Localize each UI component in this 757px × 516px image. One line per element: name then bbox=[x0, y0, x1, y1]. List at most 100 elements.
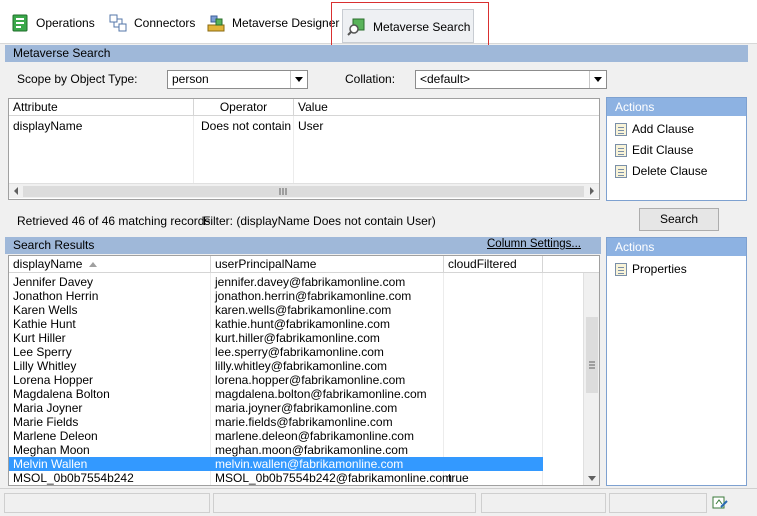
cell-displayname: MSOL_0b0b7554b242 bbox=[13, 471, 134, 485]
column-header-attribute[interactable]: Attribute bbox=[9, 99, 194, 116]
clause-actions-panel: Actions Add Clause Edit Clause Delete Cl… bbox=[606, 97, 747, 201]
status-cell bbox=[609, 493, 707, 513]
cell-upn: lorena.hopper@fabrikamonline.com bbox=[215, 373, 406, 387]
cell-displayname: Kurt Hiller bbox=[13, 331, 66, 345]
table-row[interactable]: Jonathon Herrin jonathon.herrin@fabrikamo… bbox=[9, 289, 583, 303]
connectors-button[interactable]: Connectors bbox=[108, 10, 195, 36]
column-header-displayname-label: displayName bbox=[13, 257, 83, 271]
table-row[interactable]: Meghan Moon meghan.moon@fabrikamonline.co… bbox=[9, 443, 583, 457]
operations-button[interactable]: Operations bbox=[10, 10, 95, 36]
toolbar: Operations Connectors Metaverse Designer… bbox=[0, 0, 757, 54]
edit-clause-label: Edit Clause bbox=[632, 143, 694, 157]
sort-ascending-icon bbox=[89, 262, 97, 267]
connectors-label: Connectors bbox=[134, 16, 196, 30]
add-clause-label: Add Clause bbox=[632, 122, 695, 136]
cell-upn: maria.joyner@fabrikamonline.com bbox=[215, 401, 398, 415]
add-clause-icon bbox=[615, 122, 627, 136]
clause-grid: Attribute Operator Value displayName Doe… bbox=[8, 98, 600, 200]
cell-upn: karen.wells@fabrikamonline.com bbox=[215, 303, 392, 317]
cell-upn: meghan.moon@fabrikamonline.com bbox=[215, 443, 408, 457]
cell-displayname: Lee Sperry bbox=[13, 345, 72, 359]
column-settings-link[interactable]: Column Settings... bbox=[487, 238, 581, 250]
chevron-down-icon[interactable] bbox=[589, 71, 606, 88]
cell-upn: marlene.deleon@fabrikamonline.com bbox=[215, 429, 414, 443]
clause-operator: Does not contain bbox=[201, 119, 292, 133]
search-button[interactable]: Search bbox=[639, 208, 719, 231]
search-panel-title: Metaverse Search bbox=[5, 45, 748, 62]
properties-label: Properties bbox=[632, 262, 687, 276]
edit-clause-action[interactable]: Edit Clause bbox=[615, 143, 693, 157]
cell-displayname: Karen Wells bbox=[13, 303, 78, 317]
status-cell bbox=[4, 493, 210, 513]
table-row[interactable]: Jennifer Davey jennifer.davey@fabrikamonl… bbox=[9, 275, 583, 289]
properties-action[interactable]: Properties bbox=[615, 262, 687, 276]
results-actions-title: Actions bbox=[607, 238, 746, 256]
cell-displayname: Marlene Deleon bbox=[13, 429, 98, 443]
cell-displayname: Lorena Hopper bbox=[13, 373, 94, 387]
column-header-cloudfiltered[interactable]: cloudFiltered bbox=[444, 256, 543, 273]
add-clause-action[interactable]: Add Clause bbox=[615, 122, 694, 136]
cell-displayname: Marie Fields bbox=[13, 415, 79, 429]
results-title-text: Search Results bbox=[13, 238, 95, 252]
clause-actions-title: Actions bbox=[607, 98, 746, 116]
collation-dropdown[interactable]: <default> bbox=[415, 70, 607, 89]
column-header-operator[interactable]: Operator bbox=[194, 99, 294, 116]
cell-upn: lee.sperry@fabrikamonline.com bbox=[215, 345, 384, 359]
cell-upn: kathie.hunt@fabrikamonline.com bbox=[215, 317, 390, 331]
collation-value: <default> bbox=[420, 72, 471, 86]
column-header-upn[interactable]: userPrincipalName bbox=[211, 256, 444, 273]
metaverse-designer-button[interactable]: Metaverse Designer bbox=[206, 10, 339, 36]
operations-icon bbox=[10, 13, 30, 33]
clause-attribute: displayName bbox=[13, 119, 83, 133]
filter-text: Filter: (displayName Does not contain Us… bbox=[203, 214, 436, 228]
cell-upn: melvin.wallen@fabrikamonline.com bbox=[215, 457, 404, 471]
table-row[interactable]: Kurt Hiller kurt.hiller@fabrikamonline.co… bbox=[9, 331, 583, 345]
clause-value: User bbox=[298, 119, 324, 133]
table-row[interactable]: MSOL_0b0b7554b242 MSOL_0b0b7554b242@fabri… bbox=[9, 471, 583, 485]
cell-displayname: Jennifer Davey bbox=[13, 275, 94, 289]
table-row[interactable]: Kathie Hunt kathie.hunt@fabrikamonline.co… bbox=[9, 317, 583, 331]
delete-clause-label: Delete Clause bbox=[632, 164, 708, 178]
table-row[interactable]: Magdalena Bolton magdalena.bolton@fabrika… bbox=[9, 387, 583, 401]
table-row[interactable]: Melvin Wallen melvin.wallen@fabrikamonlin… bbox=[9, 457, 543, 471]
cell-cloudfiltered: true bbox=[448, 471, 469, 485]
vertical-scrollbar[interactable] bbox=[583, 273, 599, 485]
cell-upn: kurt.hiller@fabrikamonline.com bbox=[215, 331, 380, 345]
cell-upn: lilly.whitley@fabrikamonline.com bbox=[215, 359, 388, 373]
collation-label: Collation: bbox=[345, 72, 396, 86]
horizontal-scrollbar[interactable] bbox=[9, 183, 599, 198]
cell-displayname: Kathie Hunt bbox=[13, 317, 76, 331]
column-header-displayname[interactable]: displayName bbox=[9, 256, 211, 273]
results-grid-header: displayName userPrincipalName cloudFilte… bbox=[9, 256, 599, 273]
table-row[interactable]: Marie Fields marie.fields@fabrikamonline.… bbox=[9, 415, 583, 429]
cell-displayname: Lilly Whitley bbox=[13, 359, 77, 373]
table-row[interactable]: Lorena Hopper lorena.hopper@fabrikamonlin… bbox=[9, 373, 583, 387]
cell-upn: MSOL_0b0b7554b242@fabrikamonline.com bbox=[215, 471, 452, 485]
cell-displayname: Jonathon Herrin bbox=[13, 289, 99, 303]
status-cell bbox=[213, 493, 476, 513]
table-row[interactable]: Lee Sperry lee.sperry@fabrikamonline.com bbox=[9, 345, 583, 359]
operations-label: Operations bbox=[36, 16, 95, 30]
table-row[interactable]: Lilly Whitley lilly.whitley@fabrikamonlin… bbox=[9, 359, 583, 373]
scope-value: person bbox=[172, 72, 209, 86]
table-row[interactable]: Karen Wells karen.wells@fabrikamonline.co… bbox=[9, 303, 583, 317]
column-header-value[interactable]: Value bbox=[294, 99, 599, 116]
status-icon bbox=[712, 495, 730, 514]
delete-clause-action[interactable]: Delete Clause bbox=[615, 164, 707, 178]
connectors-icon bbox=[108, 13, 128, 33]
status-bar bbox=[0, 488, 757, 516]
cell-upn: marie.fields@fabrikamonline.com bbox=[215, 415, 393, 429]
metaverse-designer-label: Metaverse Designer bbox=[232, 16, 340, 30]
chevron-down-icon[interactable] bbox=[290, 71, 307, 88]
table-row[interactable]: Marlene Deleon marlene.deleon@fabrikamonl… bbox=[9, 429, 583, 443]
results-grid: displayName userPrincipalName cloudFilte… bbox=[8, 255, 600, 486]
cell-displayname: Magdalena Bolton bbox=[13, 387, 110, 401]
results-actions-panel: Actions Properties bbox=[606, 237, 747, 486]
clause-row[interactable]: displayName Does not contain User bbox=[9, 119, 599, 133]
scope-dropdown[interactable]: person bbox=[167, 70, 308, 89]
retrieved-count: Retrieved 46 of 46 matching records bbox=[17, 214, 211, 228]
table-row[interactable]: Maria Joyner maria.joyner@fabrikamonline.… bbox=[9, 401, 583, 415]
cell-upn: jonathon.herrin@fabrikamonline.com bbox=[215, 289, 412, 303]
cell-displayname: Melvin Wallen bbox=[13, 457, 88, 471]
scope-label: Scope by Object Type: bbox=[17, 72, 138, 86]
